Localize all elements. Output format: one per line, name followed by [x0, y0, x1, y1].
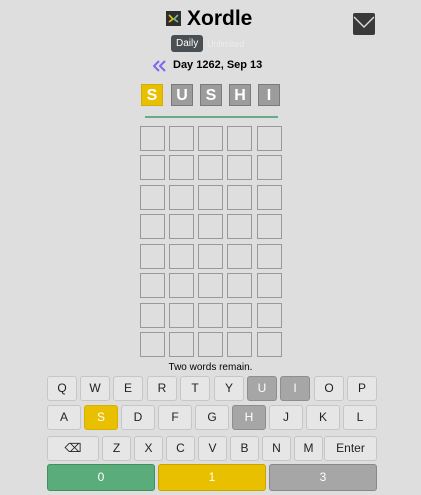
board-cell [257, 303, 282, 328]
board-cell [227, 273, 252, 298]
board-cell [198, 332, 223, 357]
board-cell [227, 303, 252, 328]
tab-daily[interactable]: Daily [171, 35, 204, 52]
mode-tabs: Daily Unlimited [0, 35, 421, 53]
board-cell [169, 155, 194, 180]
key-v[interactable]: V [198, 436, 227, 461]
key-j[interactable]: J [269, 405, 303, 430]
key-p[interactable]: P [347, 376, 377, 401]
board-cell [169, 185, 194, 210]
board-cell [198, 185, 223, 210]
board-cell [198, 303, 223, 328]
board-cell [257, 244, 282, 269]
key-e[interactable]: E [113, 376, 143, 401]
day-label: Day 1262, Sep 13 [173, 59, 263, 71]
board-cell [227, 332, 252, 357]
divider [145, 116, 278, 118]
board-cell [169, 273, 194, 298]
board-cell [227, 214, 252, 239]
board-cell [198, 214, 223, 239]
count-green: 0 [47, 464, 155, 491]
board-cell [198, 244, 223, 269]
answer-tile: S [200, 84, 222, 106]
board-cell [227, 126, 252, 151]
board-cell [198, 155, 223, 180]
board-cell [257, 155, 282, 180]
answer-tile: H [229, 84, 251, 106]
board-cell [140, 273, 165, 298]
backspace-key[interactable]: ⌫ [47, 436, 99, 461]
key-f[interactable]: F [158, 405, 192, 430]
key-d[interactable]: D [121, 405, 155, 430]
answer-tile: S [141, 84, 163, 106]
key-w[interactable]: W [80, 376, 110, 401]
board-cell [227, 185, 252, 210]
answer-tile: U [171, 84, 193, 106]
board-cell [257, 185, 282, 210]
board-cell [257, 214, 282, 239]
board-cell [198, 126, 223, 151]
board-cell [140, 303, 165, 328]
key-h[interactable]: H [232, 405, 266, 430]
key-n[interactable]: N [262, 436, 291, 461]
key-a[interactable]: A [47, 405, 81, 430]
board-cell [227, 244, 252, 269]
board-cell [257, 126, 282, 151]
board-cell [169, 214, 194, 239]
key-y[interactable]: Y [214, 376, 244, 401]
key-l[interactable]: L [343, 405, 377, 430]
count-yellow: 1 [158, 464, 266, 491]
key-u[interactable]: U [247, 376, 277, 401]
tab-unlimited[interactable]: Unlimited [207, 38, 245, 50]
key-r[interactable]: R [147, 376, 177, 401]
board-cell [140, 185, 165, 210]
key-g[interactable]: G [195, 405, 229, 430]
board-cell [140, 155, 165, 180]
answer-tile: I [258, 84, 280, 106]
board-cell [198, 273, 223, 298]
key-q[interactable]: Q [47, 376, 77, 401]
board-cell [257, 332, 282, 357]
key-x[interactable]: X [134, 436, 163, 461]
menu-button[interactable] [353, 13, 375, 35]
app-title: Xordle [187, 7, 253, 30]
board-cell [169, 126, 194, 151]
board-cell [169, 244, 194, 269]
chevron-down-icon [353, 16, 375, 28]
board-cell [227, 155, 252, 180]
day-navigation: Day 1262, Sep 13 [0, 58, 421, 74]
key-c[interactable]: C [166, 436, 195, 461]
answer-row: SUSHI [140, 84, 288, 108]
key-b[interactable]: B [230, 436, 259, 461]
key-m[interactable]: M [294, 436, 323, 461]
count-gray: 3 [269, 464, 377, 491]
board-cell [169, 332, 194, 357]
board-cell [140, 126, 165, 151]
board-cell [257, 273, 282, 298]
header: Xordle [0, 6, 421, 35]
board-cell [140, 244, 165, 269]
xordle-logo-icon [166, 11, 181, 26]
key-t[interactable]: T [180, 376, 210, 401]
key-s[interactable]: S [84, 405, 118, 430]
key-o[interactable]: O [314, 376, 344, 401]
key-i[interactable]: I [280, 376, 310, 401]
board-cell [140, 332, 165, 357]
double-chevron-left-icon[interactable] [152, 59, 167, 72]
key-k[interactable]: K [306, 405, 340, 430]
board-cell [140, 214, 165, 239]
status-message: Two words remain. [168, 362, 253, 373]
key-z[interactable]: Z [102, 436, 131, 461]
enter-key[interactable]: Enter [324, 436, 377, 461]
board-cell [169, 303, 194, 328]
